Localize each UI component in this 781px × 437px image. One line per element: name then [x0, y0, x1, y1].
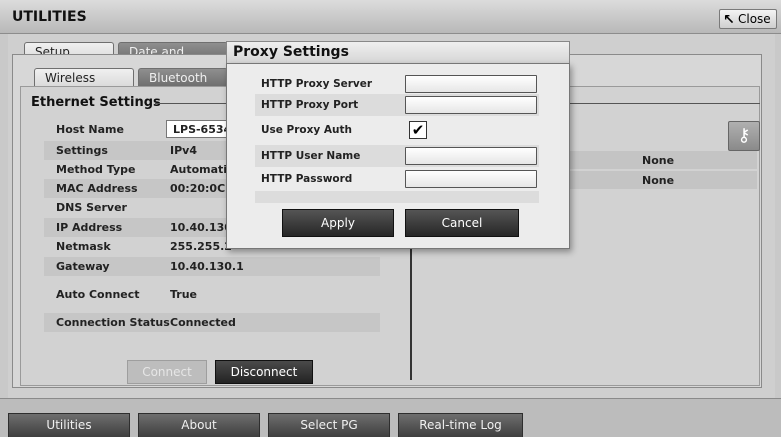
dns-server-label: DNS Server: [56, 201, 127, 214]
proxy-settings-dialog: HTTP Proxy Server HTTP Proxy Port Use Pr…: [226, 63, 570, 249]
row-gateway: Gateway 10.40.130.1: [44, 257, 380, 276]
auto-connect-value: True: [170, 288, 198, 301]
proxy-server-input[interactable]: [405, 75, 537, 93]
user-name-input[interactable]: [405, 147, 537, 165]
host-name-label: Host Name: [56, 123, 124, 136]
mac-address-value: 00:20:0C:: [170, 182, 230, 195]
section-divider-right: [560, 103, 760, 104]
nav-realtime-log[interactable]: Real-time Log: [398, 413, 523, 437]
disconnect-button[interactable]: Disconnect: [215, 360, 313, 384]
connection-status-value: Connected: [170, 316, 236, 329]
subtab-wireless[interactable]: Wireless: [34, 68, 134, 88]
dialog-title: Proxy Settings: [226, 41, 570, 63]
ip-address-value: 10.40.130: [170, 221, 232, 234]
password-input[interactable]: [405, 170, 537, 188]
dialog-row-password: HTTP Password: [255, 168, 539, 190]
arrow-icon: ↖: [723, 12, 735, 28]
subtab-bluetooth-label: Bluetooth: [149, 71, 208, 85]
connect-button[interactable]: Connect: [127, 360, 207, 384]
proxy-port-label: HTTP Proxy Port: [261, 99, 359, 111]
password-label: HTTP Password: [261, 173, 353, 185]
cancel-button[interactable]: Cancel: [405, 209, 519, 237]
close-button[interactable]: ↖ Close: [719, 9, 777, 29]
subtab-bluetooth[interactable]: Bluetooth: [138, 68, 228, 88]
settings-value: IPv4: [170, 144, 197, 157]
key-button[interactable]: ⚷: [728, 121, 760, 151]
mac-address-label: MAC Address: [56, 182, 138, 195]
key-icon: ⚷: [737, 125, 751, 146]
subtab-wireless-label: Wireless: [45, 71, 96, 85]
auto-connect-label: Auto Connect: [56, 288, 140, 301]
use-proxy-auth-label: Use Proxy Auth: [261, 124, 353, 136]
gateway-value: 10.40.130.1: [170, 260, 244, 273]
row-connection-status: Connection Status Connected: [44, 313, 380, 332]
method-type-value: Automatic: [170, 163, 234, 176]
netmask-label: Netmask: [56, 240, 111, 253]
section-title: Ethernet Settings: [31, 95, 165, 110]
gateway-label: Gateway: [56, 260, 110, 273]
close-label: Close: [738, 12, 771, 26]
row-auto-connect: Auto Connect True: [44, 285, 380, 304]
proxy-port-input[interactable]: [405, 96, 537, 114]
apply-button[interactable]: Apply: [282, 209, 394, 237]
nav-about[interactable]: About: [138, 413, 260, 437]
title-bar: UTILITIES ↖ Close: [0, 0, 781, 34]
ip-address-label: IP Address: [56, 221, 123, 234]
dialog-row-user-name: HTTP User Name: [255, 145, 539, 167]
vertical-divider: [410, 246, 412, 380]
dialog-row-use-proxy-auth: Use Proxy Auth ✔: [255, 119, 539, 141]
dialog-row-proxy-server: HTTP Proxy Server: [255, 73, 539, 95]
app-title: UTILITIES: [12, 9, 87, 25]
right-value-1: None: [642, 154, 675, 167]
host-name-value: LPS-6534: [173, 123, 232, 136]
use-proxy-auth-checkbox[interactable]: ✔: [409, 121, 427, 139]
netmask-value: 255.255.2: [170, 240, 232, 253]
user-name-label: HTTP User Name: [261, 150, 361, 162]
connection-status-label: Connection Status: [56, 316, 170, 329]
bottom-nav: Utilities About Select PG Real-time Log: [0, 398, 781, 437]
proxy-server-label: HTTP Proxy Server: [261, 78, 373, 90]
nav-select-pg[interactable]: Select PG: [268, 413, 390, 437]
dialog-row-spacer: [255, 191, 539, 203]
method-type-label: Method Type: [56, 163, 136, 176]
settings-label: Settings: [56, 144, 108, 157]
right-value-2: None: [642, 174, 675, 187]
nav-utilities[interactable]: Utilities: [8, 413, 130, 437]
dialog-row-proxy-port: HTTP Proxy Port: [255, 94, 539, 116]
